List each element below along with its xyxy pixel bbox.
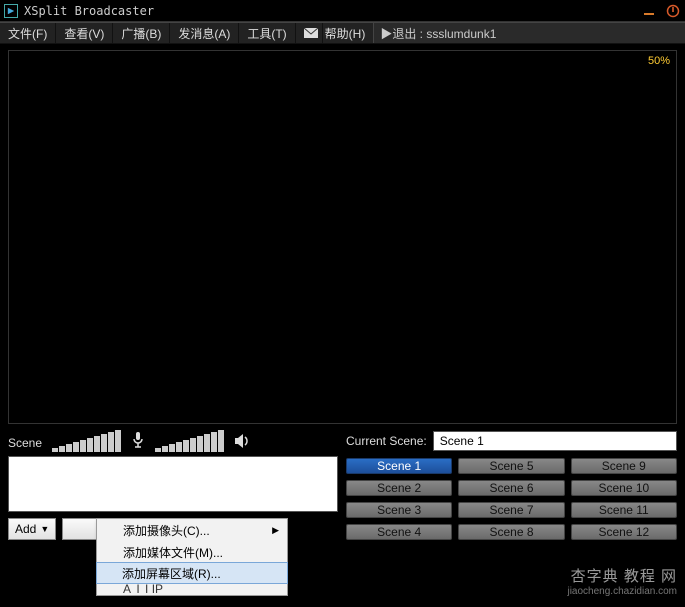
- preview-canvas[interactable]: 50%: [8, 50, 677, 424]
- sources-list[interactable]: [8, 456, 338, 512]
- watermark-line2: jiaocheng.chazidian.com: [567, 586, 677, 597]
- scene-button-5[interactable]: Scene 5: [458, 458, 564, 474]
- menu-add-ip-truncated[interactable]: A I I IP: [97, 583, 287, 595]
- exit-label: ▶退出 : ssslumdunk1: [380, 25, 496, 42]
- caret-down-icon: ▼: [40, 524, 49, 534]
- speaker-icon[interactable]: [230, 433, 254, 452]
- watermark-line1: 杏字典 教程 网: [567, 565, 677, 586]
- scene-button-10[interactable]: Scene 10: [571, 480, 677, 496]
- submenu-arrow-icon: ▶: [272, 525, 279, 536]
- scene-button-4[interactable]: Scene 4: [346, 524, 452, 540]
- add-source-context-menu: 添加摄像头(C)... ▶ 添加媒体文件(M)... 添加屏幕区域(R)... …: [96, 518, 288, 596]
- mic-volume-slider[interactable]: [52, 430, 121, 452]
- watermark: 杏字典 教程 网 jiaocheng.chazidian.com: [567, 565, 677, 597]
- menu-tools[interactable]: 工具(T): [239, 23, 295, 43]
- scene-button-9[interactable]: Scene 9: [571, 458, 677, 474]
- current-scene-input[interactable]: [433, 431, 677, 451]
- scene-button-6[interactable]: Scene 6: [458, 480, 564, 496]
- menu-add-camera-label: 添加摄像头(C)...: [123, 522, 210, 539]
- speaker-volume-slider[interactable]: [155, 430, 224, 452]
- menu-view[interactable]: 查看(V): [56, 23, 113, 43]
- scene-button-2[interactable]: Scene 2: [346, 480, 452, 496]
- scene-button-7[interactable]: Scene 7: [458, 502, 564, 518]
- mail-icon[interactable]: [296, 23, 323, 43]
- menu-add-ip-label: A I I IP: [123, 582, 163, 596]
- scene-button-3[interactable]: Scene 3: [346, 502, 452, 518]
- current-scene-label: Current Scene:: [346, 434, 427, 448]
- menu-message[interactable]: 发消息(A): [170, 23, 239, 43]
- menu-file[interactable]: 文件(F): [0, 23, 56, 43]
- exit-user-box[interactable]: ▶退出 : ssslumdunk1: [373, 23, 685, 43]
- microphone-icon[interactable]: [127, 431, 149, 452]
- scene-button-8[interactable]: Scene 8: [458, 524, 564, 540]
- add-source-button[interactable]: Add ▼: [8, 518, 56, 540]
- menu-add-screen-region[interactable]: 添加屏幕区域(R)...: [96, 562, 288, 584]
- close-button[interactable]: [661, 1, 685, 21]
- add-button-label: Add: [15, 522, 36, 536]
- menu-help[interactable]: 帮助(H): [323, 23, 374, 43]
- scene-button-12[interactable]: Scene 12: [571, 524, 677, 540]
- menu-broadcast[interactable]: 广播(B): [113, 23, 170, 43]
- zoom-label: 50%: [648, 55, 670, 67]
- scene-header-label: Scene: [8, 436, 42, 450]
- scene-button-1[interactable]: Scene 1: [346, 458, 452, 474]
- menu-add-screen-label: 添加屏幕区域(R)...: [122, 565, 221, 582]
- app-icon: [4, 4, 18, 18]
- minimize-button[interactable]: [637, 1, 661, 21]
- menu-add-media[interactable]: 添加媒体文件(M)...: [97, 541, 287, 563]
- menu-add-media-label: 添加媒体文件(M)...: [123, 544, 223, 561]
- scene-button-11[interactable]: Scene 11: [571, 502, 677, 518]
- window-title: XSplit Broadcaster: [24, 4, 637, 18]
- menu-add-camera[interactable]: 添加摄像头(C)... ▶: [97, 519, 287, 541]
